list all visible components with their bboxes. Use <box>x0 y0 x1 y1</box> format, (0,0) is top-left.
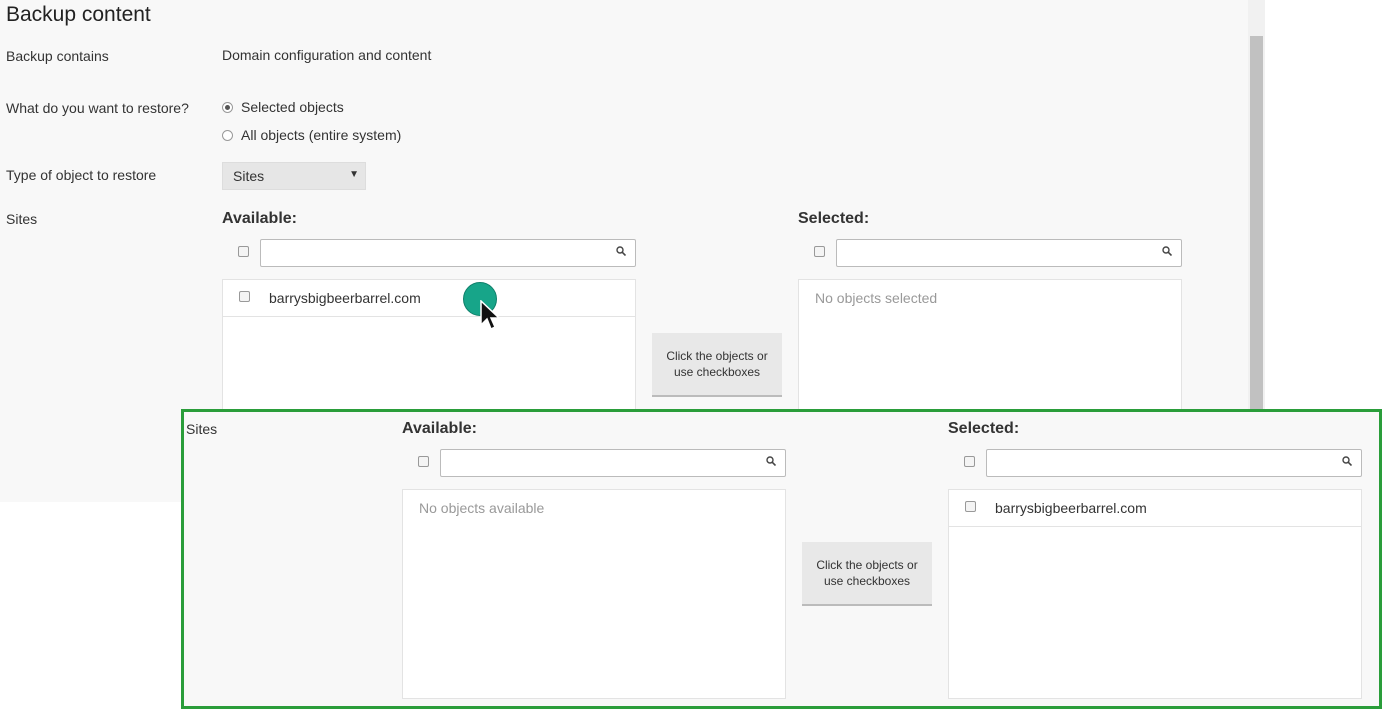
mouse-pointer-icon <box>480 300 500 331</box>
available-empty-text: No objects available <box>419 500 545 516</box>
search-icon <box>616 246 626 256</box>
zoom-available-search-input[interactable] <box>440 449 786 477</box>
backup-contains-label: Backup contains <box>6 48 109 64</box>
zoom-selected-select-all-checkbox[interactable] <box>964 456 975 467</box>
zoom-result-panel: Sites Available: No objects available Cl… <box>181 409 1382 709</box>
list-item[interactable]: barrysbigbeerbarrel.com <box>223 280 635 317</box>
backup-contains-value: Domain configuration and content <box>222 47 432 63</box>
selected-search-input[interactable] <box>836 239 1182 267</box>
available-select-all-checkbox[interactable] <box>238 246 249 257</box>
type-of-object-label: Type of object to restore <box>6 167 157 183</box>
zoom-available-select-all-checkbox[interactable] <box>418 456 429 467</box>
zoom-selected-list: barrysbigbeerbarrel.com <box>948 489 1362 699</box>
selected-empty-text: No objects selected <box>815 290 938 306</box>
item-checkbox[interactable] <box>965 501 976 512</box>
sites-label: Sites <box>6 211 38 227</box>
available-heading: Available: <box>222 210 297 227</box>
available-list: barrysbigbeerbarrel.com <box>222 279 636 410</box>
radio-button[interactable] <box>222 129 233 141</box>
item-label: barrysbigbeerbarrel.com <box>995 500 1147 516</box>
item-label: barrysbigbeerbarrel.com <box>269 290 421 306</box>
zoom-transfer-hint-button[interactable]: Click the objects or use checkboxes <box>802 542 932 606</box>
transfer-hint-button[interactable]: Click the objects or use checkboxes <box>652 333 782 397</box>
zoom-available-list: No objects available <box>402 489 786 699</box>
radio-all-objects[interactable]: All objects (entire system) <box>222 127 401 143</box>
selected-list: No objects selected <box>798 279 1182 410</box>
selected-select-all-checkbox[interactable] <box>814 246 825 257</box>
list-item[interactable]: barrysbigbeerbarrel.com <box>949 490 1361 527</box>
radio-label: Selected objects <box>241 99 344 115</box>
type-of-object-select[interactable]: Sites ▼ <box>222 162 366 190</box>
zoom-selected-heading: Selected: <box>948 420 1020 437</box>
available-search-input[interactable] <box>260 239 636 267</box>
zoom-selected-search-input[interactable] <box>986 449 1362 477</box>
triangle-down-icon: ▼ <box>349 169 359 180</box>
restore-question-label: What do you want to restore? <box>6 100 189 116</box>
search-icon <box>1342 456 1352 466</box>
radio-selected-objects[interactable]: Selected objects <box>222 99 344 115</box>
search-icon <box>766 456 776 466</box>
item-checkbox[interactable] <box>239 291 250 302</box>
select-value: Sites <box>233 168 265 184</box>
selected-heading: Selected: <box>798 210 870 227</box>
radio-button-checked[interactable] <box>222 101 233 113</box>
search-icon <box>1162 246 1172 256</box>
zoom-sites-label: Sites <box>186 421 218 437</box>
zoom-available-heading: Available: <box>402 420 477 437</box>
scrollbar-thumb[interactable] <box>1250 36 1263 410</box>
radio-label: All objects (entire system) <box>241 127 402 143</box>
section-title: Backup content <box>6 3 151 26</box>
